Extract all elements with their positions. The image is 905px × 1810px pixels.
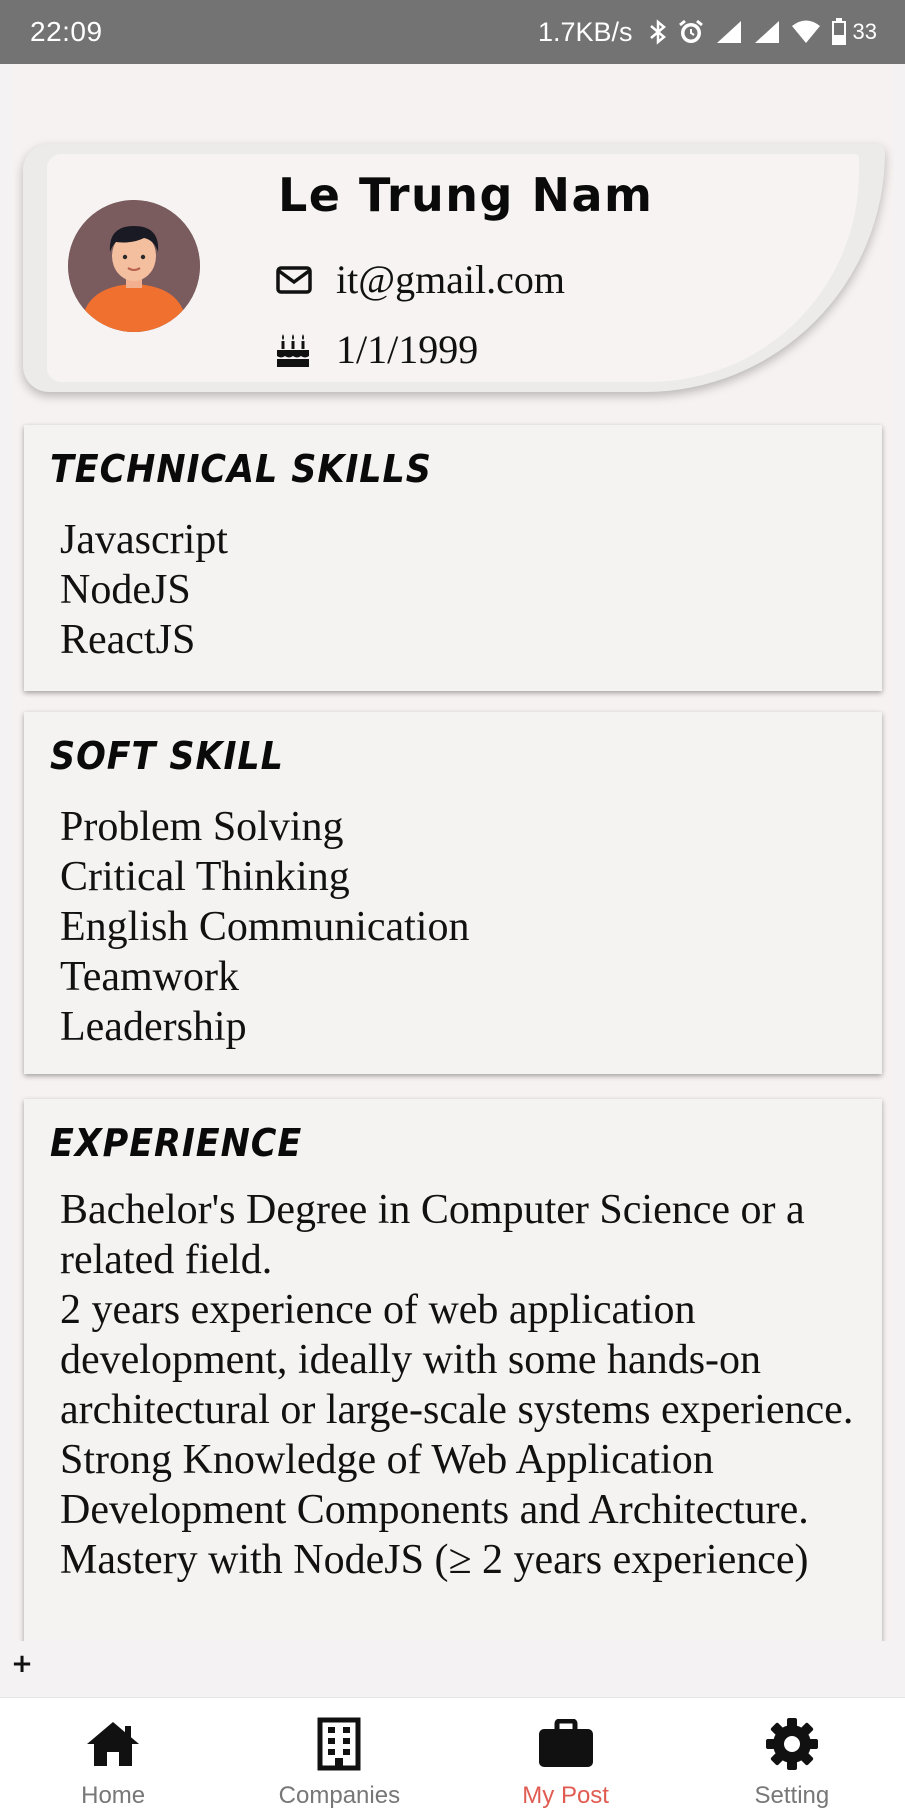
soft-skill-list: Problem Solving Critical Thinking Englis…	[60, 802, 862, 1052]
briefcase-icon	[537, 1716, 595, 1772]
list-item: 2 years experience of web application de…	[60, 1287, 854, 1433]
wifi-icon	[791, 19, 821, 45]
section-title: EXPERIENCE	[50, 1121, 303, 1165]
avatar[interactable]	[68, 200, 200, 332]
tab-label: Home	[81, 1782, 146, 1809]
list-item: Javascript	[60, 517, 228, 563]
soft-skill-card: SOFT SKILL Problem Solving Critical Thin…	[24, 712, 882, 1074]
technical-skills-list: Javascript NodeJS ReactJS	[60, 515, 862, 665]
list-item: Bachelor's Degree in Computer Science or…	[60, 1187, 805, 1283]
status-icons: 1.7KB/s 33	[538, 17, 877, 48]
alarm-icon	[677, 18, 705, 46]
technical-skills-card: TECHNICAL SKILLS Javascript NodeJS React…	[24, 425, 882, 691]
profile-birthday: 1/1/1999	[336, 327, 479, 372]
bluetooth-icon	[649, 19, 667, 45]
tab-my-post[interactable]: My Post	[453, 1698, 679, 1810]
list-item: Leadership	[60, 1004, 247, 1050]
tab-label: Setting	[754, 1782, 830, 1809]
list-item: English Communication	[60, 904, 470, 950]
list-item: NodeJS	[60, 567, 191, 613]
network-speed: 1.7KB/s	[537, 16, 633, 47]
list-item: Problem Solving	[60, 804, 344, 850]
tab-label: Companies	[278, 1782, 401, 1809]
home-icon	[85, 1716, 141, 1772]
section-title: SOFT SKILL	[50, 734, 284, 778]
email-row: it@gmail.com	[276, 256, 565, 303]
list-item: Teamwork	[60, 954, 239, 1000]
experience-card: EXPERIENCE Bachelor's Degree in Computer…	[24, 1099, 882, 1641]
profile-name: Le Trung Nam	[278, 168, 654, 222]
gear-icon	[764, 1716, 820, 1772]
signal-icon	[753, 19, 781, 45]
envelope-icon	[276, 262, 312, 298]
battery-level: 33	[852, 19, 877, 44]
signal-icon	[715, 19, 743, 45]
building-icon	[317, 1716, 361, 1772]
status-time: 22:09	[30, 16, 103, 47]
tab-companies[interactable]: Companies	[226, 1698, 452, 1810]
list-item: ReactJS	[60, 617, 196, 663]
status-bar: 22:09 1.7KB/s 33	[0, 0, 905, 64]
birthday-row: 1/1/1999	[276, 326, 478, 373]
profile-scroll-view[interactable]: Le Trung Nam it@gmail.com 1/1/1999 TECHN…	[12, 64, 894, 1641]
tab-home[interactable]: Home	[0, 1698, 226, 1810]
add-post-button[interactable]: +	[10, 1650, 34, 1678]
list-item: Mastery with NodeJS (≥ 2 years experienc…	[60, 1537, 809, 1583]
tab-setting[interactable]: Setting	[679, 1698, 905, 1810]
experience-list: Bachelor's Degree in Computer Science or…	[60, 1185, 862, 1585]
list-item: Strong Knowledge of Web Application Deve…	[60, 1437, 809, 1533]
battery-icon	[831, 18, 847, 46]
bottom-nav: Home Companies My Post Setting	[0, 1697, 905, 1810]
list-item: Critical Thinking	[60, 854, 350, 900]
birthday-cake-icon	[276, 332, 312, 368]
tab-label: My Post	[522, 1782, 609, 1809]
profile-email: it@gmail.com	[336, 257, 566, 302]
section-title: TECHNICAL SKILLS	[50, 447, 432, 491]
